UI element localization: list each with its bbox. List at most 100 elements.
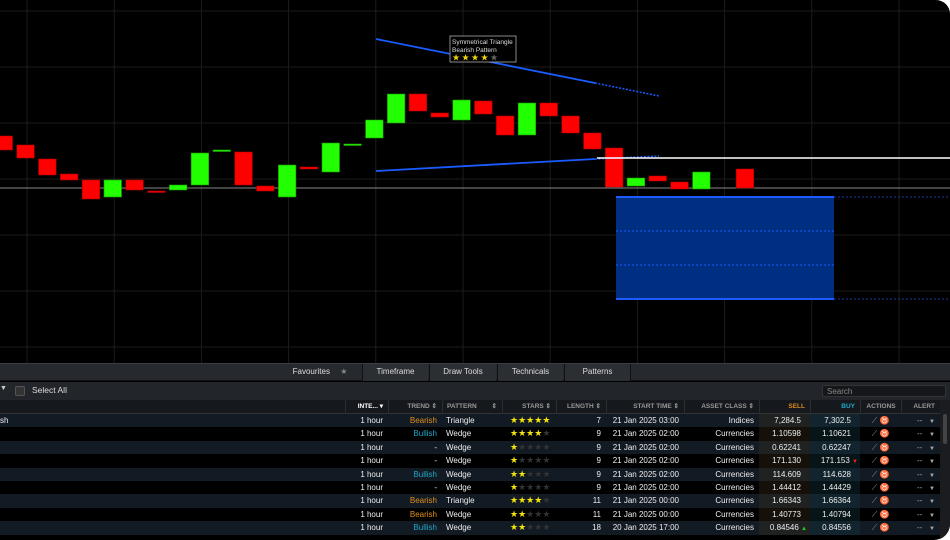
sell-price-value: 0.84546 — [769, 523, 799, 533]
col-length[interactable]: LENGTH ⇕ — [556, 400, 606, 414]
chart-icon[interactable]: ⟋ — [872, 429, 878, 438]
sell-price[interactable]: 1.66343 — [759, 494, 810, 508]
chart-icon[interactable]: ⟋ — [872, 523, 878, 532]
chart-icon[interactable]: ⟋ — [872, 456, 878, 465]
chart-icon[interactable]: ⟋ — [872, 416, 878, 425]
tab-patterns[interactable]: Patterns — [564, 364, 631, 381]
buy-price[interactable]: 0.84556 — [810, 521, 860, 535]
start-time-cell: 21 Jan 2025 02:00 — [612, 456, 679, 466]
sell-price[interactable]: 1.10598 — [759, 427, 810, 441]
star-icon: ★ — [542, 495, 551, 506]
buy-price[interactable]: 7,302.5 — [810, 414, 860, 428]
chevron-down-icon: ▼ — [929, 526, 935, 533]
candle-bearish — [605, 147, 624, 188]
table-row[interactable]: 1 hour Bullish Wedge ★★★★★ 9 21 Jan 2025 02:0… — [0, 467, 940, 481]
alert-dropdown[interactable]: -- ▼ — [901, 481, 940, 494]
buy-price[interactable]: 1.44429 — [810, 481, 860, 495]
sell-price[interactable]: 1.44412 — [759, 481, 810, 495]
candle-bearish — [496, 115, 515, 136]
col-actions: ACTIONS — [860, 400, 901, 414]
length-cell: 7 — [596, 416, 601, 425]
col-trend[interactable]: TREND ⇕ — [388, 400, 442, 414]
sell-price[interactable]: 0.84546 ▲ — [759, 521, 810, 535]
alert-dropdown[interactable]: -- ▼ — [901, 427, 940, 440]
pattern-cell: Wedge — [446, 469, 472, 479]
tab-technicals[interactable]: Technicals — [497, 364, 563, 381]
sell-price[interactable]: 114.609 — [759, 467, 810, 481]
sell-price[interactable]: 7,284.5 — [759, 414, 810, 428]
alert-value: -- — [917, 416, 923, 425]
instrument-name — [0, 521, 340, 534]
table-row[interactable]: 1 hour Bullish Wedge ★★★★★ 18 20 Jan 2025 17:… — [0, 521, 940, 535]
alert-dropdown[interactable]: -- ▼ — [901, 508, 940, 521]
asset-class-cell: Currencies — [715, 483, 754, 492]
candle-bearish — [81, 179, 100, 200]
instrument-name — [0, 508, 340, 521]
col-sell[interactable]: SELL — [759, 400, 810, 414]
alarm-icon[interactable]: ♉ — [879, 470, 889, 479]
col-pattern[interactable]: PATTERN ⇕ — [442, 400, 502, 414]
col-interval[interactable]: INTE... ▾ — [345, 400, 388, 414]
chart-icon[interactable]: ⟋ — [872, 443, 878, 452]
alarm-icon[interactable]: ♉ — [879, 416, 889, 425]
tab-timeframe[interactable]: Timeframe — [362, 364, 428, 381]
col-stars[interactable]: STARS ⇕ — [502, 400, 556, 414]
star-icon: ★ — [481, 53, 489, 63]
chart-icon[interactable]: ⟋ — [872, 483, 878, 492]
alert-dropdown[interactable]: -- ▼ — [901, 414, 940, 427]
buy-price[interactable]: 1.10621 — [810, 427, 860, 441]
alert-dropdown[interactable]: -- ▼ — [901, 521, 940, 534]
col-start-time[interactable]: START TIME ⇕ — [606, 400, 684, 414]
col-buy[interactable]: BUY — [810, 400, 860, 414]
table-row[interactable]: 1 hour - Wedge ★★★★★ 9 21 Jan 2025 02:00 Curre… — [0, 440, 940, 455]
alarm-icon[interactable]: ♉ — [879, 523, 889, 532]
chart-icon[interactable]: ⟋ — [872, 470, 878, 479]
trend-cell: Bullish — [413, 469, 437, 479]
candle-bearish — [125, 179, 144, 191]
chart-icon[interactable]: ⟋ — [872, 510, 878, 519]
alert-dropdown[interactable]: -- ▼ — [901, 468, 940, 481]
candle-bearish — [147, 190, 166, 193]
table-scrollbar[interactable] — [940, 400, 950, 540]
table-row[interactable]: 1 hour Bearish Wedge ★★★★★ 11 21 Jan 2025 00:… — [0, 507, 940, 522]
alarm-icon[interactable]: ♉ — [879, 483, 889, 492]
candle-bullish — [190, 152, 209, 186]
star-icon: ★ — [518, 455, 527, 466]
buy-price[interactable]: 1.66364 — [810, 494, 860, 508]
col-asset-class[interactable]: ASSET CLASS ⇕ — [684, 400, 759, 414]
alarm-icon[interactable]: ♉ — [879, 456, 889, 465]
table-row[interactable]: 1 hour - Wedge ★★★★★ 9 21 Jan 2025 02:00 Curre… — [0, 481, 940, 495]
alarm-icon[interactable]: ♉ — [879, 496, 889, 505]
sell-price[interactable]: 171.130 — [759, 454, 810, 468]
buy-price[interactable]: 114.628 — [810, 467, 860, 481]
star-icon: ★ — [542, 508, 551, 519]
alert-dropdown[interactable]: -- ▼ — [901, 441, 940, 454]
table-row[interactable]: 1 hour Bullish Wedge ★★★★★ 9 21 Jan 2025 02:0… — [0, 427, 940, 441]
col-stars-label: STARS — [522, 403, 544, 410]
alert-dropdown[interactable]: -- ▼ — [901, 454, 940, 467]
tab-draw-tools[interactable]: Draw Tools — [429, 364, 496, 381]
sell-price[interactable]: 1.40773 — [759, 507, 810, 522]
scrollbar-thumb[interactable] — [943, 414, 947, 444]
trend-cell: Bullish — [413, 429, 437, 439]
buy-price[interactable]: 0.62247 — [810, 440, 860, 455]
alarm-icon[interactable]: ♉ — [879, 443, 889, 452]
buy-price[interactable]: 171.153 ▼ — [810, 454, 860, 468]
price-chart[interactable]: Symmetrical TriangleBearish Pattern★ ★ ★ ★ ★ — [0, 0, 950, 363]
buy-price[interactable]: 1.40794 — [810, 507, 860, 522]
search-input[interactable]: Search — [822, 385, 946, 397]
table-row[interactable]: 1 hour Bearish Triangle ★★★★★ 11 21 Jan 2025 … — [0, 494, 940, 508]
chart-icon[interactable]: ⟋ — [872, 496, 878, 505]
table-row[interactable]: sh 1 hour Bearish Triangle ★★★★★ 7 21 Jan 2025… — [0, 414, 940, 428]
filter-bar: ▼ Select All — [0, 382, 950, 400]
dropdown-arrow-icon[interactable]: ▼ — [0, 385, 7, 392]
select-all-checkbox[interactable] — [15, 386, 25, 396]
candle-bearish — [60, 173, 79, 181]
alert-dropdown[interactable]: -- ▼ — [901, 494, 940, 507]
alarm-icon[interactable]: ♉ — [879, 429, 889, 438]
tab-favourites[interactable]: Favourites ★ — [280, 364, 360, 381]
alarm-icon[interactable]: ♉ — [879, 510, 889, 519]
table-row[interactable]: 1 hour - Wedge ★★★★★ 9 21 Jan 2025 02:00 Curre… — [0, 454, 940, 468]
candle-bearish — [299, 166, 319, 170]
sell-price[interactable]: 0.62241 — [759, 440, 810, 455]
